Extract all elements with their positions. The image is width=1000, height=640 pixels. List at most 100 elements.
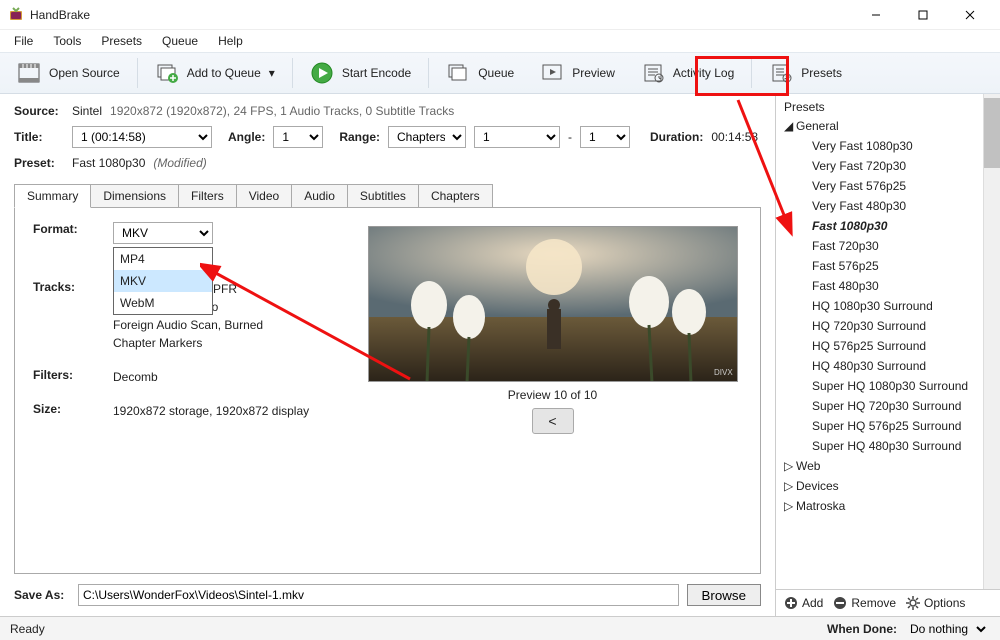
browse-button[interactable]: Browse	[687, 584, 761, 606]
svg-text:DIVX: DIVX	[714, 368, 733, 377]
presets-button[interactable]: Presets	[758, 56, 853, 90]
app-icon	[8, 7, 24, 23]
preset-item[interactable]: Super HQ 720p30 Surround	[778, 396, 981, 416]
menu-help[interactable]: Help	[210, 32, 251, 50]
presets-header: Presets	[778, 98, 981, 116]
preset-item[interactable]: HQ 576p25 Surround	[778, 336, 981, 356]
duration-value: 00:14:58	[711, 130, 758, 144]
preset-item[interactable]: Very Fast 480p30	[778, 196, 981, 216]
format-dropdown: MP4 MKV WebM	[113, 247, 213, 315]
preset-remove-label: Remove	[851, 596, 896, 610]
tab-strip: Summary Dimensions Filters Video Audio S…	[14, 184, 761, 208]
status-text: Ready	[10, 622, 827, 636]
preset-group-matroska[interactable]: ▷ Matroska	[778, 496, 981, 516]
preset-item[interactable]: HQ 1080p30 Surround	[778, 296, 981, 316]
size-label: Size:	[33, 402, 113, 416]
preset-value: Fast 1080p30	[72, 156, 145, 170]
tab-video[interactable]: Video	[236, 184, 292, 207]
chevron-down-icon: ▾	[269, 66, 275, 80]
format-option-mkv[interactable]: MKV	[114, 270, 212, 292]
preset-item[interactable]: Fast 480p30	[778, 276, 981, 296]
range-from-select[interactable]: 1	[474, 126, 560, 148]
filters-value: Decomb	[113, 368, 333, 386]
open-source-label: Open Source	[49, 66, 120, 80]
preview-label: Preview	[572, 66, 615, 80]
preset-modified: (Modified)	[153, 156, 206, 170]
start-encode-button[interactable]: Start Encode	[299, 56, 422, 90]
preset-item[interactable]: Fast 576p25	[778, 256, 981, 276]
range-to-select[interactable]: 1	[580, 126, 630, 148]
format-option-mp4[interactable]: MP4	[114, 248, 212, 270]
size-value: 1920x872 storage, 1920x872 display	[113, 402, 333, 420]
preset-group-web[interactable]: ▷ Web	[778, 456, 981, 476]
tab-dimensions[interactable]: Dimensions	[90, 184, 179, 207]
presets-icon	[769, 61, 793, 85]
tracks-label: Tracks:	[33, 280, 113, 294]
tab-summary[interactable]: Summary	[14, 184, 91, 208]
preset-item[interactable]: Super HQ 480p30 Surround	[778, 436, 981, 456]
source-label: Source:	[14, 104, 64, 118]
title-label: Title:	[14, 130, 64, 144]
menu-tools[interactable]: Tools	[45, 32, 89, 50]
format-option-webm[interactable]: WebM	[114, 292, 212, 314]
tab-chapters[interactable]: Chapters	[418, 184, 493, 207]
preset-item[interactable]: Fast 1080p30	[778, 216, 981, 236]
preset-options-label: Options	[924, 596, 965, 610]
format-label: Format:	[33, 222, 113, 236]
activity-log-label: Activity Log	[673, 66, 734, 80]
left-pane: Source: Sintel 1920x872 (1920x872), 24 F…	[0, 94, 775, 616]
minimize-button[interactable]	[853, 1, 898, 29]
preview-button[interactable]: Preview	[529, 56, 626, 90]
preset-item[interactable]: Very Fast 1080p30	[778, 136, 981, 156]
preset-item[interactable]: HQ 720p30 Surround	[778, 316, 981, 336]
range-type-select[interactable]: Chapters	[388, 126, 466, 148]
tab-audio[interactable]: Audio	[291, 184, 348, 207]
format-select[interactable]: MKV	[113, 222, 213, 244]
filters-field-label: Filters:	[33, 368, 113, 382]
preview-image: DIVX	[368, 226, 738, 382]
film-icon	[17, 61, 41, 85]
queue-label: Queue	[478, 66, 514, 80]
range-label: Range:	[339, 130, 380, 144]
menu-file[interactable]: File	[6, 32, 41, 50]
preset-remove-button[interactable]: Remove	[833, 596, 896, 610]
open-source-button[interactable]: Open Source	[6, 56, 131, 90]
preset-item[interactable]: Very Fast 720p30	[778, 156, 981, 176]
add-to-queue-label: Add to Queue	[187, 66, 261, 80]
preset-add-label: Add	[802, 596, 823, 610]
menu-presets[interactable]: Presets	[93, 32, 150, 50]
range-sep: -	[568, 130, 572, 144]
source-info: 1920x872 (1920x872), 24 FPS, 1 Audio Tra…	[110, 104, 454, 118]
preview-caption: Preview 10 of 10	[508, 388, 597, 402]
preset-group-general[interactable]: ◢ General	[778, 116, 981, 136]
maximize-button[interactable]	[900, 1, 945, 29]
preset-item[interactable]: Super HQ 1080p30 Surround	[778, 376, 981, 396]
statusbar: Ready When Done: Do nothing	[0, 616, 1000, 640]
tab-filters[interactable]: Filters	[178, 184, 237, 207]
save-path-input[interactable]	[78, 584, 679, 606]
menu-queue[interactable]: Queue	[154, 32, 206, 50]
preset-item[interactable]: Super HQ 576p25 Surround	[778, 416, 981, 436]
close-button[interactable]	[947, 1, 992, 29]
preset-item[interactable]: HQ 480p30 Surround	[778, 356, 981, 376]
log-icon	[641, 61, 665, 85]
preset-item[interactable]: Very Fast 576p25	[778, 176, 981, 196]
preset-options-button[interactable]: Options	[906, 596, 965, 610]
preset-footer: Add Remove Options	[776, 589, 1000, 616]
tab-subtitles[interactable]: Subtitles	[347, 184, 419, 207]
preset-label: Preset:	[14, 156, 64, 170]
queue-button[interactable]: Queue	[435, 56, 525, 90]
scrollbar[interactable]	[983, 94, 1000, 589]
preset-group-devices[interactable]: ▷ Devices	[778, 476, 981, 496]
when-done-select[interactable]: Do nothing	[901, 619, 990, 639]
menubar: File Tools Presets Queue Help	[0, 30, 1000, 52]
preset-add-button[interactable]: Add	[784, 596, 823, 610]
add-to-queue-button[interactable]: Add to Queue ▾	[144, 56, 286, 90]
preset-item[interactable]: Fast 720p30	[778, 236, 981, 256]
queue-add-icon	[155, 61, 179, 85]
title-select[interactable]: 1 (00:14:58)	[72, 126, 212, 148]
preview-prev-button[interactable]: <	[532, 408, 574, 434]
angle-select[interactable]: 1	[273, 126, 323, 148]
activity-log-button[interactable]: Activity Log	[630, 56, 745, 90]
source-name: Sintel	[72, 104, 102, 118]
